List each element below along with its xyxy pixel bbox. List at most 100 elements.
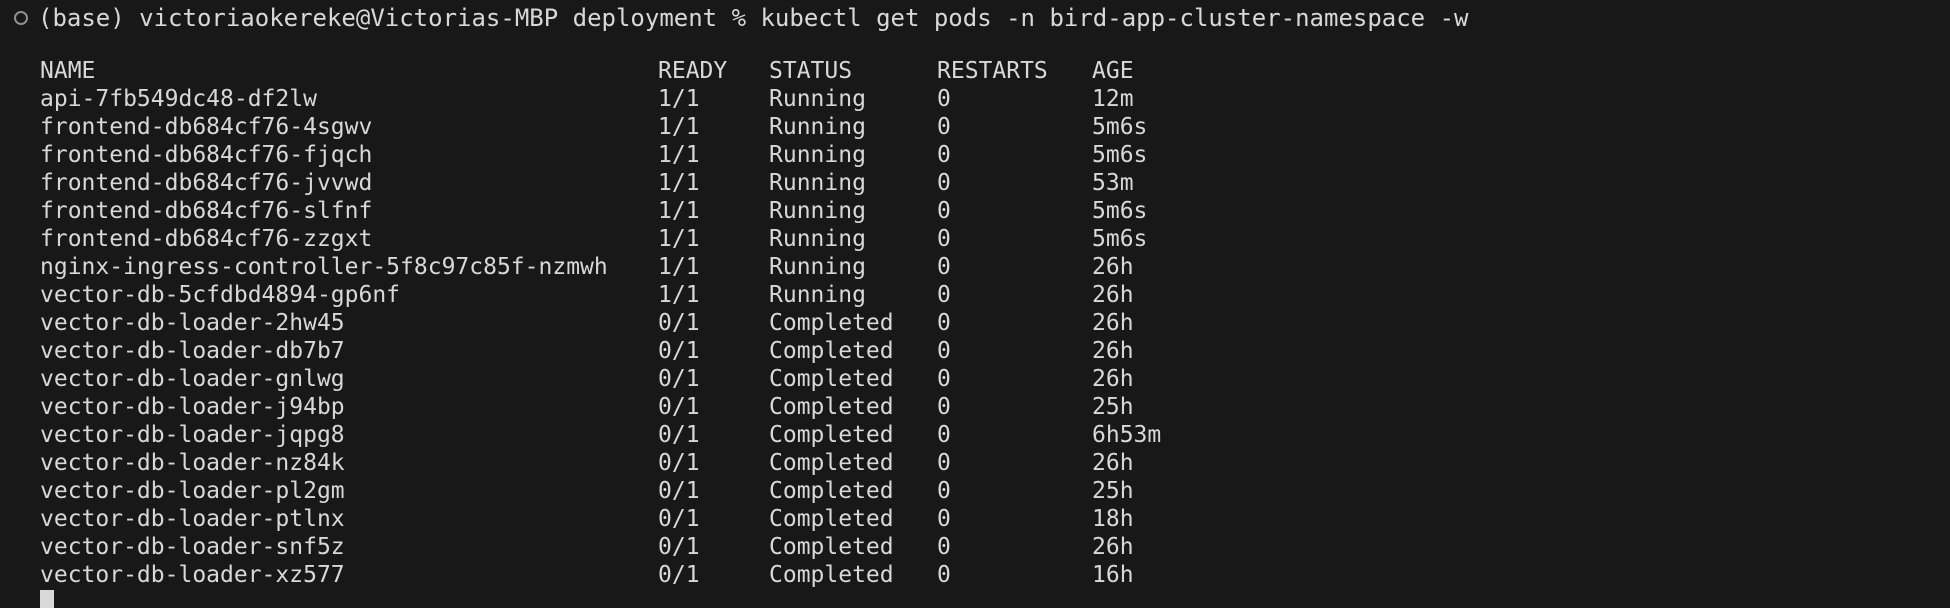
pod-status: Completed (769, 422, 894, 448)
pod-restarts: 0 (937, 114, 951, 140)
column-header-name: NAME (40, 58, 96, 84)
pod-ready: 1/1 (658, 254, 700, 280)
pod-ready: 0/1 (658, 394, 700, 420)
pod-age: 5m6s (1092, 114, 1148, 140)
pod-status: Completed (769, 506, 894, 532)
pod-ready: 0/1 (658, 506, 700, 532)
pod-name: frontend-db684cf76-zzgxt (40, 226, 373, 252)
pod-restarts: 0 (937, 534, 951, 560)
pod-restarts: 0 (937, 310, 951, 336)
pod-ready: 1/1 (658, 142, 700, 168)
table-row: vector-db-loader-db7b7 0/1 Completed 0 2… (40, 337, 1240, 365)
pod-age: 5m6s (1092, 226, 1148, 252)
table-row: vector-db-5cfdbd4894-gp6nf 1/1 Running 0… (40, 281, 1240, 309)
pod-status: Running (769, 226, 866, 252)
pod-age: 26h (1092, 254, 1134, 280)
pod-name: frontend-db684cf76-slfnf (40, 198, 373, 224)
pod-age: 26h (1092, 450, 1134, 476)
pod-age: 53m (1092, 170, 1134, 196)
table-row: vector-db-loader-snf5z 0/1 Completed 0 2… (40, 533, 1240, 561)
table-row: frontend-db684cf76-jvvwd 1/1 Running 0 5… (40, 169, 1240, 197)
pod-status: Completed (769, 310, 894, 336)
table-row: vector-db-loader-xz577 0/1 Completed 0 1… (40, 561, 1240, 589)
pod-age: 18h (1092, 506, 1134, 532)
pod-status: Completed (769, 562, 894, 588)
pod-restarts: 0 (937, 366, 951, 392)
pod-age: 12m (1092, 86, 1134, 112)
table-row: vector-db-loader-pl2gm 0/1 Completed 0 2… (40, 477, 1240, 505)
table-row: vector-db-loader-j94bp 0/1 Completed 0 2… (40, 393, 1240, 421)
pod-age: 26h (1092, 338, 1134, 364)
pod-status: Running (769, 254, 866, 280)
pod-restarts: 0 (937, 394, 951, 420)
pod-restarts: 0 (937, 282, 951, 308)
circle-outline-icon (14, 11, 28, 25)
pod-name: vector-db-loader-nz84k (40, 450, 345, 476)
pod-name: vector-db-loader-pl2gm (40, 478, 345, 504)
column-header-ready: READY (658, 58, 728, 84)
column-header-restarts: RESTARTS (937, 58, 1048, 84)
pod-status: Completed (769, 534, 894, 560)
pod-age: 25h (1092, 478, 1134, 504)
pod-name: frontend-db684cf76-4sgwv (40, 114, 373, 140)
pod-status: Completed (769, 478, 894, 504)
terminal-window[interactable]: (base) victoriaokereke@Victorias-MBP dep… (0, 0, 1950, 608)
pod-restarts: 0 (937, 506, 951, 532)
pod-ready: 1/1 (658, 226, 700, 252)
table-row: nginx-ingress-controller-5f8c97c85f-nzmw… (40, 253, 1240, 281)
pod-name: vector-db-loader-snf5z (40, 534, 345, 560)
pod-status: Running (769, 114, 866, 140)
pod-restarts: 0 (937, 170, 951, 196)
pod-name: frontend-db684cf76-fjqch (40, 142, 373, 168)
table-row: frontend-db684cf76-zzgxt 1/1 Running 0 5… (40, 225, 1240, 253)
pod-ready: 1/1 (658, 86, 700, 112)
pod-restarts: 0 (937, 450, 951, 476)
pod-restarts: 0 (937, 338, 951, 364)
pod-name: vector-db-loader-ptlnx (40, 506, 345, 532)
pod-ready: 0/1 (658, 422, 700, 448)
table-row: vector-db-loader-nz84k 0/1 Completed 0 2… (40, 449, 1240, 477)
command-text: kubectl get pods -n bird-app-cluster-nam… (760, 4, 1469, 32)
table-row: frontend-db684cf76-4sgwv 1/1 Running 0 5… (40, 113, 1240, 141)
pod-name: frontend-db684cf76-jvvwd (40, 170, 373, 196)
pod-age: 26h (1092, 282, 1134, 308)
pod-restarts: 0 (937, 198, 951, 224)
pod-age: 26h (1092, 310, 1134, 336)
table-row: vector-db-loader-jqpg8 0/1 Completed 0 6… (40, 421, 1240, 449)
pod-name: vector-db-loader-gnlwg (40, 366, 345, 392)
pod-status: Running (769, 86, 866, 112)
pod-status: Completed (769, 450, 894, 476)
pod-ready: 0/1 (658, 562, 700, 588)
pod-name: vector-db-loader-xz577 (40, 562, 345, 588)
shell-prompt: (base) victoriaokereke@Victorias-MBP dep… (38, 4, 761, 32)
table-row: frontend-db684cf76-fjqch 1/1 Running 0 5… (40, 141, 1240, 169)
pod-name: vector-db-loader-db7b7 (40, 338, 345, 364)
pod-age: 26h (1092, 366, 1134, 392)
pod-age: 5m6s (1092, 142, 1148, 168)
table-row: vector-db-loader-ptlnx 0/1 Completed 0 1… (40, 505, 1240, 533)
pod-restarts: 0 (937, 562, 951, 588)
pod-ready: 0/1 (658, 478, 700, 504)
pod-ready: 1/1 (658, 114, 700, 140)
pod-status: Completed (769, 394, 894, 420)
pod-restarts: 0 (937, 226, 951, 252)
pod-ready: 0/1 (658, 450, 700, 476)
pod-age: 25h (1092, 394, 1134, 420)
pod-status: Running (769, 170, 866, 196)
pod-age: 26h (1092, 534, 1134, 560)
table-row: frontend-db684cf76-slfnf 1/1 Running 0 5… (40, 197, 1240, 225)
pod-name: vector-db-5cfdbd4894-gp6nf (40, 282, 401, 308)
pod-age: 6h53m (1092, 422, 1162, 448)
pod-restarts: 0 (937, 478, 951, 504)
pod-ready: 0/1 (658, 338, 700, 364)
pod-name: vector-db-loader-jqpg8 (40, 422, 345, 448)
pods-table: NAME READY STATUS RESTARTS AGE api-7fb54… (40, 57, 1240, 589)
pod-age: 5m6s (1092, 198, 1148, 224)
pod-restarts: 0 (937, 142, 951, 168)
pod-ready: 0/1 (658, 534, 700, 560)
command-prompt-line: (base) victoriaokereke@Victorias-MBP dep… (14, 3, 1468, 33)
pod-name: api-7fb549dc48-df2lw (40, 86, 317, 112)
pod-restarts: 0 (937, 86, 951, 112)
table-row: vector-db-loader-2hw45 0/1 Completed 0 2… (40, 309, 1240, 337)
pod-status: Completed (769, 338, 894, 364)
